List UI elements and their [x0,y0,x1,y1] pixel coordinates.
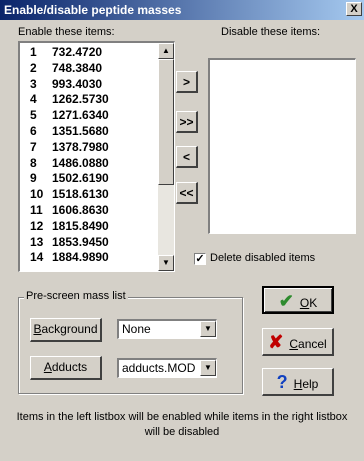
chevron-down-icon[interactable]: ▼ [200,360,216,376]
background-select[interactable]: None ▼ [117,319,217,339]
item-mass: 1518.6130 [52,187,109,202]
background-label: ackground [41,322,98,336]
item-index: 3 [30,76,37,91]
chevron-down-icon[interactable]: ▼ [200,321,216,337]
window-title: Enable/disable peptide masses [4,3,182,17]
item-index: 11 [30,203,43,217]
scroll-up-button[interactable]: ▲ [158,43,174,59]
enable-list-scrollbar[interactable]: ▲ ▼ [158,43,174,271]
move-all-left-button[interactable]: << [176,182,198,204]
help-label: elp [302,377,319,391]
question-mark-icon: ? [276,372,288,392]
item-mass: 1486.0880 [52,155,109,170]
triangle-up-icon: ▲ [162,46,170,55]
cancel-hotkey: C [289,337,299,351]
cancel-button[interactable]: ✘ Cancel [262,328,334,356]
help-button[interactable]: ? Help [262,368,334,396]
close-icon: X [350,3,358,15]
prescreen-legend: Pre-screen mass list [24,290,128,302]
cancel-label: ancel [298,337,327,351]
adducts-button[interactable]: Adducts [30,356,102,380]
item-index: 10 [30,187,44,202]
enable-list-label: Enable these items: [18,26,115,38]
ok-label: K [309,296,318,310]
delete-disabled-label[interactable]: Delete disabled items [210,252,315,264]
move-one-left-button[interactable]: < [176,146,198,168]
item-index: 7 [30,139,37,154]
background-value: None [122,322,151,336]
title-bar: Enable/disable peptide masses X [0,0,364,20]
item-mass: 1378.7980 [52,139,109,154]
checkmark-icon: ✔ [278,291,294,311]
ok-hotkey: O [299,296,310,310]
adducts-value: adducts.MOD [122,361,196,375]
disable-listbox[interactable] [208,58,356,234]
scroll-down-button[interactable]: ▼ [158,255,174,271]
item-index: 12 [30,218,44,233]
item-index: 4 [30,92,37,107]
item-mass: 1351.5680 [52,124,109,138]
move-one-right-button[interactable]: > [176,71,198,93]
item-mass: 1853.9450 [52,234,109,249]
item-mass: 1262.5730 [52,92,109,107]
enable-listbox[interactable]: ▲ ▼ 1 732.4720 2 748.3840 3 993.4030 4 1262.573… [18,41,175,272]
item-index: 14 [30,250,44,265]
item-index: 9 [30,171,37,186]
triangle-down-icon: ▼ [162,258,170,267]
item-index: 5 [30,108,37,123]
item-index: 13 [30,234,44,249]
item-mass: 732.4720 [52,45,103,59]
instructions-text: Items in the left listbox will be enable… [16,411,348,438]
item-mass: 1606.8630 [52,203,109,217]
checkmark-icon: ✓ [195,253,205,265]
item-mass: 1884.9890 [52,250,109,265]
item-mass: 993.4030 [52,76,103,91]
ok-button[interactable]: ✔ OK [262,286,334,314]
move-all-right-button[interactable]: >> [176,111,198,133]
adducts-label: dducts [51,360,88,374]
item-index: 8 [30,155,37,170]
scroll-thumb[interactable] [158,59,174,185]
adducts-select[interactable]: adducts.MOD ▼ [117,358,217,378]
item-mass: 1271.6340 [52,108,109,123]
item-mass: 1815.8490 [52,218,109,233]
disable-list-label: Disable these items: [221,26,321,38]
item-index: 6 [30,124,37,138]
cancel-x-icon: ✘ [268,332,284,352]
delete-disabled-checkbox[interactable]: ✓ [194,253,206,265]
adducts-hotkey: A [43,360,52,374]
background-button[interactable]: Background [30,318,102,342]
close-button[interactable]: X [346,2,362,16]
item-mass: 748.3840 [52,60,103,75]
item-index: 2 [30,60,37,75]
item-mass: 1502.6190 [52,171,109,186]
item-index: 1 [30,45,37,59]
